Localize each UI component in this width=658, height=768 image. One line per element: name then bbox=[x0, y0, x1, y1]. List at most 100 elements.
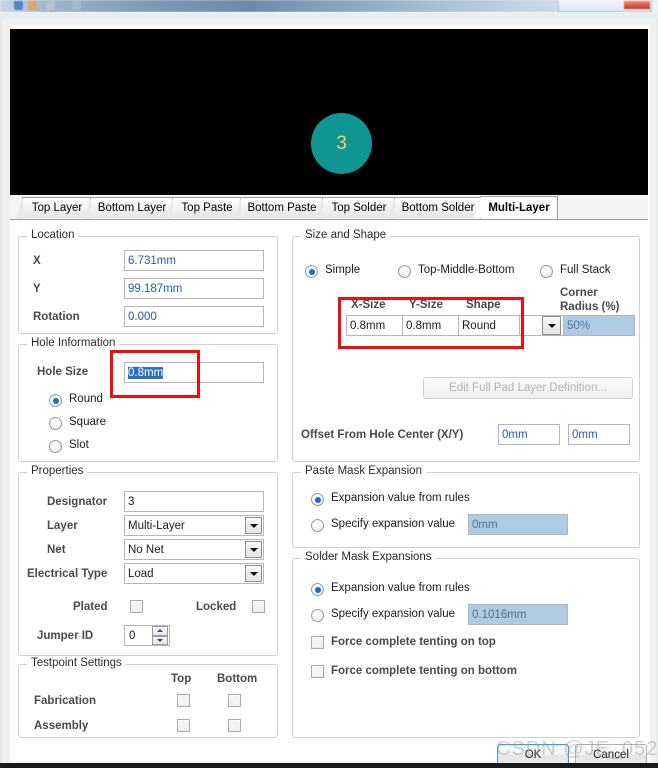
testpoint-col-bottom: Bottom bbox=[217, 673, 258, 685]
hole-size-value: 0.8mm bbox=[128, 366, 164, 379]
designator-label: Designator bbox=[47, 496, 108, 508]
electrical-type-label: Electrical Type bbox=[27, 568, 108, 580]
tab-label: Bottom Solder bbox=[401, 202, 475, 214]
y-size-header: Y-Size bbox=[409, 299, 443, 311]
force-tenting-bottom-label: Force complete tenting on bottom bbox=[331, 665, 517, 677]
shape-cell: Round bbox=[458, 315, 520, 336]
solder-from-rules-label: Expansion value from rules bbox=[331, 582, 470, 594]
tab-label: Top Paste bbox=[181, 202, 233, 214]
pad-properties-dialog: 3 Top Layer Bottom Layer Top Paste Botto… bbox=[0, 0, 658, 768]
tab-bottom-layer[interactable]: Bottom Layer bbox=[84, 197, 174, 219]
rotation-input[interactable]: 0.000 bbox=[124, 306, 264, 327]
ok-label: OK bbox=[524, 749, 542, 761]
paste-mask-expansion-group: Paste Mask Expansion Expansion value fro… bbox=[292, 465, 640, 548]
testpoint-settings-group: Testpoint Settings Top Bottom Fabricatio… bbox=[18, 657, 278, 738]
chevron-down-icon[interactable] bbox=[542, 316, 561, 335]
y-input[interactable]: 99.187mm bbox=[124, 278, 264, 299]
assembly-bottom-checkbox[interactable] bbox=[228, 719, 241, 732]
chevron-down-icon[interactable] bbox=[245, 565, 262, 582]
hole-shape-square-radio[interactable] bbox=[49, 417, 62, 430]
solder-specify-radio[interactable] bbox=[311, 609, 324, 622]
electrical-type-value: Load bbox=[128, 567, 154, 580]
solder-specify-value-input[interactable]: 0.1016mm bbox=[468, 604, 568, 625]
paste-specify-value-input[interactable]: 0mm bbox=[468, 514, 568, 535]
tab-label: Top Solder bbox=[331, 202, 387, 214]
fabrication-top-checkbox[interactable] bbox=[177, 694, 190, 707]
plated-label: Plated bbox=[73, 601, 108, 613]
fabrication-bottom-checkbox[interactable] bbox=[228, 694, 241, 707]
shape-dropdown-cell bbox=[519, 315, 564, 336]
tab-top-paste[interactable]: Top Paste bbox=[166, 197, 242, 219]
net-select[interactable]: No Net bbox=[124, 539, 264, 560]
hole-shape-square-label: Square bbox=[69, 416, 107, 428]
edit-full-pad-label: Edit Full Pad Layer Definition... bbox=[449, 382, 607, 394]
x-label: X bbox=[33, 255, 41, 267]
testpoint-col-top: Top bbox=[171, 673, 192, 685]
mode-simple-radio[interactable] bbox=[305, 265, 318, 278]
spin-up-icon[interactable] bbox=[152, 626, 168, 636]
close-icon[interactable] bbox=[624, 1, 650, 9]
offset-from-hole-center-label: Offset From Hole Center (X/Y) bbox=[301, 429, 464, 441]
tab-multi-layer[interactable]: Multi-Layer bbox=[474, 196, 558, 219]
force-tenting-bottom-checkbox[interactable] bbox=[311, 665, 324, 678]
paste-specify-label: Specify expansion value bbox=[331, 518, 456, 530]
mode-top-middle-bottom-radio[interactable] bbox=[398, 265, 411, 278]
paste-mask-expansion-legend: Paste Mask Expansion bbox=[301, 465, 426, 477]
y-value: 99.187mm bbox=[128, 282, 183, 295]
tab-top-solder[interactable]: Top Solder bbox=[316, 197, 396, 219]
solder-from-rules-radio[interactable] bbox=[311, 583, 324, 596]
window-titlebar bbox=[0, 0, 658, 12]
mode-full-stack-radio[interactable] bbox=[540, 265, 553, 278]
hole-size-input[interactable]: 0.8mm bbox=[124, 362, 264, 383]
location-group: Location X 6.731mm Y 99.187mm Rotation 0… bbox=[18, 229, 278, 334]
x-input[interactable]: 6.731mm bbox=[124, 250, 264, 271]
tab-top-layer[interactable]: Top Layer bbox=[16, 197, 92, 219]
electrical-type-select[interactable]: Load bbox=[124, 563, 264, 584]
paste-from-rules-radio[interactable] bbox=[311, 493, 324, 506]
spin-down-icon[interactable] bbox=[152, 635, 168, 645]
tab-label: Bottom Paste bbox=[247, 202, 317, 214]
titlebar-icon-1 bbox=[14, 1, 23, 10]
y-size-value: 0.8mm bbox=[406, 319, 442, 332]
mode-top-middle-bottom-label: Top-Middle-Bottom bbox=[418, 264, 515, 276]
assembly-label: Assembly bbox=[34, 720, 89, 732]
shape-header: Shape bbox=[466, 299, 501, 311]
chevron-down-icon[interactable] bbox=[245, 541, 262, 558]
tab-bottom-solder[interactable]: Bottom Solder bbox=[388, 197, 482, 219]
hole-information-legend: Hole Information bbox=[27, 337, 120, 349]
jumper-id-spin-buttons[interactable] bbox=[152, 626, 168, 645]
layer-value: Multi-Layer bbox=[128, 519, 185, 532]
tab-bottom-paste[interactable]: Bottom Paste bbox=[234, 197, 324, 219]
titlebar-icon-3 bbox=[46, 1, 55, 10]
hole-shape-slot-radio[interactable] bbox=[49, 440, 62, 453]
layer-select[interactable]: Multi-Layer bbox=[124, 515, 264, 536]
jumper-id-label: Jumper ID bbox=[37, 630, 94, 642]
force-tenting-top-label: Force complete tenting on top bbox=[331, 636, 496, 648]
corner-radius-value: 50% bbox=[567, 319, 591, 332]
tab-label: Multi-Layer bbox=[488, 201, 550, 214]
offset-y-input[interactable]: 0mm bbox=[568, 424, 630, 445]
assembly-top-checkbox[interactable] bbox=[177, 719, 190, 732]
pad-size-row: 0.8mm 0.8mm Round 50% bbox=[346, 315, 635, 336]
corner-radius-header-line2: Radius (%) bbox=[560, 301, 620, 313]
designator-input[interactable]: 3 bbox=[124, 491, 264, 512]
offset-x-input[interactable]: 0mm bbox=[498, 424, 560, 445]
chevron-down-icon[interactable] bbox=[245, 517, 262, 534]
jumper-id-stepper[interactable]: 0 bbox=[124, 625, 170, 646]
rotation-label: Rotation bbox=[33, 311, 80, 323]
jumper-id-value: 0 bbox=[129, 629, 136, 642]
plated-checkbox[interactable] bbox=[130, 600, 143, 613]
size-and-shape-legend: Size and Shape bbox=[301, 229, 391, 241]
net-value: No Net bbox=[128, 543, 164, 556]
pad-shape-preview: 3 bbox=[311, 113, 372, 174]
locked-label: Locked bbox=[196, 601, 237, 613]
rotation-value: 0.000 bbox=[128, 310, 157, 323]
properties-legend: Properties bbox=[27, 465, 88, 477]
force-tenting-top-checkbox[interactable] bbox=[311, 636, 324, 649]
net-label: Net bbox=[47, 544, 66, 556]
paste-specify-radio[interactable] bbox=[311, 519, 324, 532]
locked-checkbox[interactable] bbox=[252, 600, 265, 613]
y-size-cell: 0.8mm bbox=[402, 315, 459, 336]
offset-y-value: 0mm bbox=[572, 428, 598, 441]
hole-shape-round-radio[interactable] bbox=[49, 394, 62, 407]
